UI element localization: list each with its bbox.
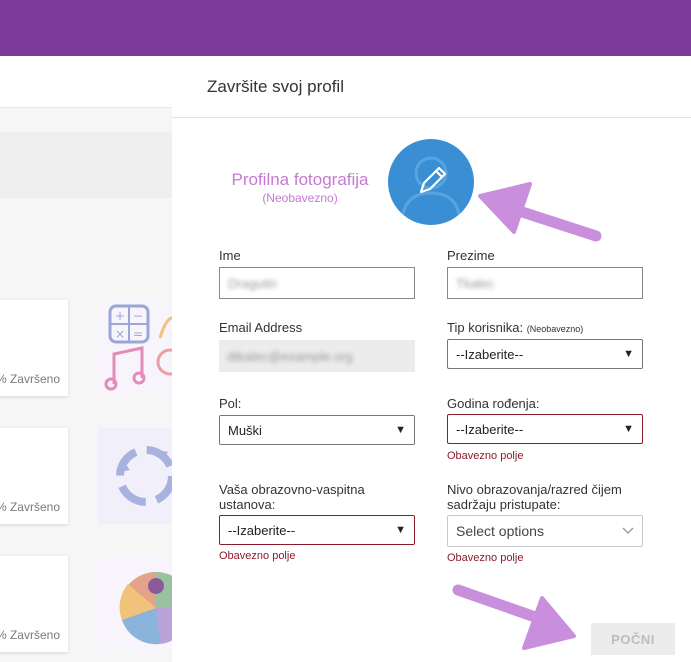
card-progress-label: % Završeno	[0, 628, 60, 642]
modal-title: Završite svoj profil	[207, 76, 344, 96]
institution-value: --Izaberite--	[228, 522, 296, 538]
gender-label: Pol:	[219, 396, 242, 411]
user-type-select[interactable]: --Izaberite-- ▼	[447, 339, 643, 369]
svg-text:=: =	[133, 327, 143, 341]
user-type-label: Tip korisnika: (Neobavezno)	[447, 320, 583, 337]
first-name-value-redacted: Dragutin	[228, 275, 278, 291]
modal-header: Završite svoj profil	[172, 56, 691, 118]
svg-text:−: −	[133, 309, 143, 323]
user-type-value: --Izaberite--	[456, 346, 524, 362]
card-progress-label: % Završeno	[0, 500, 60, 514]
email-input: dtkalec@example.org	[219, 340, 415, 372]
first-name-input[interactable]: Dragutin	[219, 267, 415, 299]
birth-year-error: Obavezno polje	[447, 450, 524, 462]
profile-photo-upload-button[interactable]	[388, 139, 474, 225]
chevron-down-icon: ▼	[623, 423, 634, 435]
course-card[interactable]: % Završeno	[0, 428, 68, 524]
complete-profile-modal: Završite svoj profil Profilna fotografij…	[172, 56, 691, 662]
last-name-input[interactable]: Tkalec	[447, 267, 643, 299]
institution-label-line2: ustanova:	[219, 497, 276, 512]
background-band	[0, 132, 172, 198]
education-level-label-line1: Nivo obrazovanja/razred čijem	[447, 482, 622, 497]
last-name-value-redacted: Tkalec	[456, 275, 495, 291]
course-card[interactable]: % Završeno	[0, 300, 68, 396]
svg-text:×: ×	[115, 327, 125, 341]
institution-label-line1: Vaša obrazovno-vaspitna	[219, 482, 365, 497]
beach-ball-icon	[119, 572, 172, 645]
chevron-down-icon: ▼	[395, 524, 406, 536]
background-page: % Završeno + − × = % Završeno % Završeno	[0, 56, 172, 662]
birth-year-select[interactable]: --Izaberite-- ▼	[447, 414, 643, 444]
course-thumbnail-ball[interactable]	[98, 556, 172, 652]
start-button[interactable]: POČNI	[591, 623, 675, 655]
gender-select[interactable]: Muški ▼	[219, 415, 415, 445]
chevron-down-icon: ▼	[395, 424, 406, 436]
math-music-icon: + − × =	[104, 304, 172, 391]
institution-error: Obavezno polje	[219, 550, 296, 562]
gender-value: Muški	[228, 422, 262, 438]
institution-select[interactable]: --Izaberite-- ▼	[219, 515, 415, 545]
background-header	[0, 56, 172, 108]
education-level-label-line2: sadržaju pristupate:	[447, 497, 561, 512]
education-level-label: Nivo obrazovanja/razred čijem sadržaju p…	[447, 482, 622, 512]
chevron-down-icon: ▼	[623, 348, 634, 360]
institution-label: Vaša obrazovno-vaspitna ustanova:	[219, 482, 365, 512]
course-thumbnail-cycle[interactable]	[98, 428, 172, 524]
user-type-label-text: Tip korisnika:	[447, 320, 524, 335]
education-level-error: Obavezno polje	[447, 552, 524, 564]
top-bar	[0, 0, 691, 56]
email-label: Email Address	[219, 320, 303, 335]
cycle-icon	[116, 446, 172, 506]
pencil-icon	[419, 166, 447, 194]
svg-text:+: +	[115, 309, 125, 323]
birth-year-value: --Izaberite--	[456, 421, 524, 437]
email-value-redacted: dtkalec@example.org	[227, 348, 353, 364]
course-card[interactable]: % Završeno	[0, 556, 68, 652]
birth-year-label: Godina rođenja:	[447, 396, 540, 411]
course-thumbnail-math-music[interactable]: + − × =	[98, 300, 172, 396]
education-level-multiselect[interactable]: Select options	[447, 515, 643, 547]
user-type-optional: (Neobavezno)	[526, 324, 584, 334]
last-name-label: Prezime	[447, 248, 495, 263]
education-level-value: Select options	[456, 523, 544, 539]
first-name-label: Ime	[219, 248, 241, 263]
chevron-down-icon	[622, 527, 634, 534]
card-progress-label: % Završeno	[0, 372, 60, 386]
